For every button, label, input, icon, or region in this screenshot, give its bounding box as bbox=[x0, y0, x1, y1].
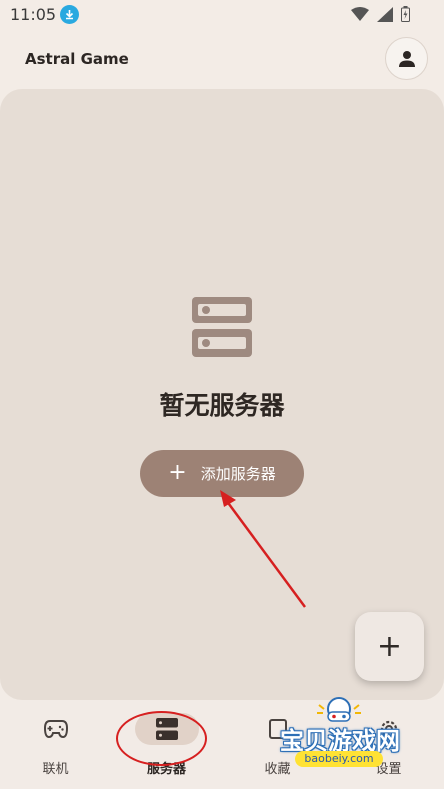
server-list-area: 暂无服务器 + 添加服务器 bbox=[0, 89, 444, 700]
watermark: 宝贝游戏网 baobeiy.com bbox=[265, 695, 415, 775]
top-app-bar: Astral Game bbox=[0, 30, 444, 86]
nav-item-servers[interactable]: 服务器 bbox=[111, 700, 222, 789]
account-button[interactable] bbox=[385, 37, 428, 80]
gamepad-icon bbox=[43, 720, 68, 738]
server-icon bbox=[155, 718, 178, 740]
plus-icon: + bbox=[168, 459, 187, 485]
plus-icon: + bbox=[376, 629, 403, 664]
watermark-url: baobeiy.com bbox=[295, 751, 383, 767]
add-server-button[interactable]: + 添加服务器 bbox=[140, 450, 304, 497]
add-server-label: 添加服务器 bbox=[200, 465, 276, 483]
status-bar: 11:05 bbox=[0, 0, 444, 30]
server-icon bbox=[192, 297, 252, 357]
nav-label-servers: 服务器 bbox=[146, 762, 186, 777]
status-icons bbox=[351, 6, 410, 22]
nav-item-online[interactable]: 联机 bbox=[0, 700, 111, 789]
app-title: Astral Game bbox=[25, 50, 129, 68]
download-arrow-icon bbox=[60, 5, 79, 24]
battery-icon bbox=[401, 6, 410, 22]
add-fab-button[interactable]: + bbox=[355, 612, 424, 681]
person-icon bbox=[398, 50, 415, 67]
signal-icon bbox=[377, 6, 393, 22]
nav-label-online: 联机 bbox=[42, 762, 69, 777]
status-time: 11:05 bbox=[10, 5, 57, 24]
wifi-icon bbox=[351, 7, 369, 21]
empty-state-title: 暂无服务器 bbox=[159, 391, 285, 420]
